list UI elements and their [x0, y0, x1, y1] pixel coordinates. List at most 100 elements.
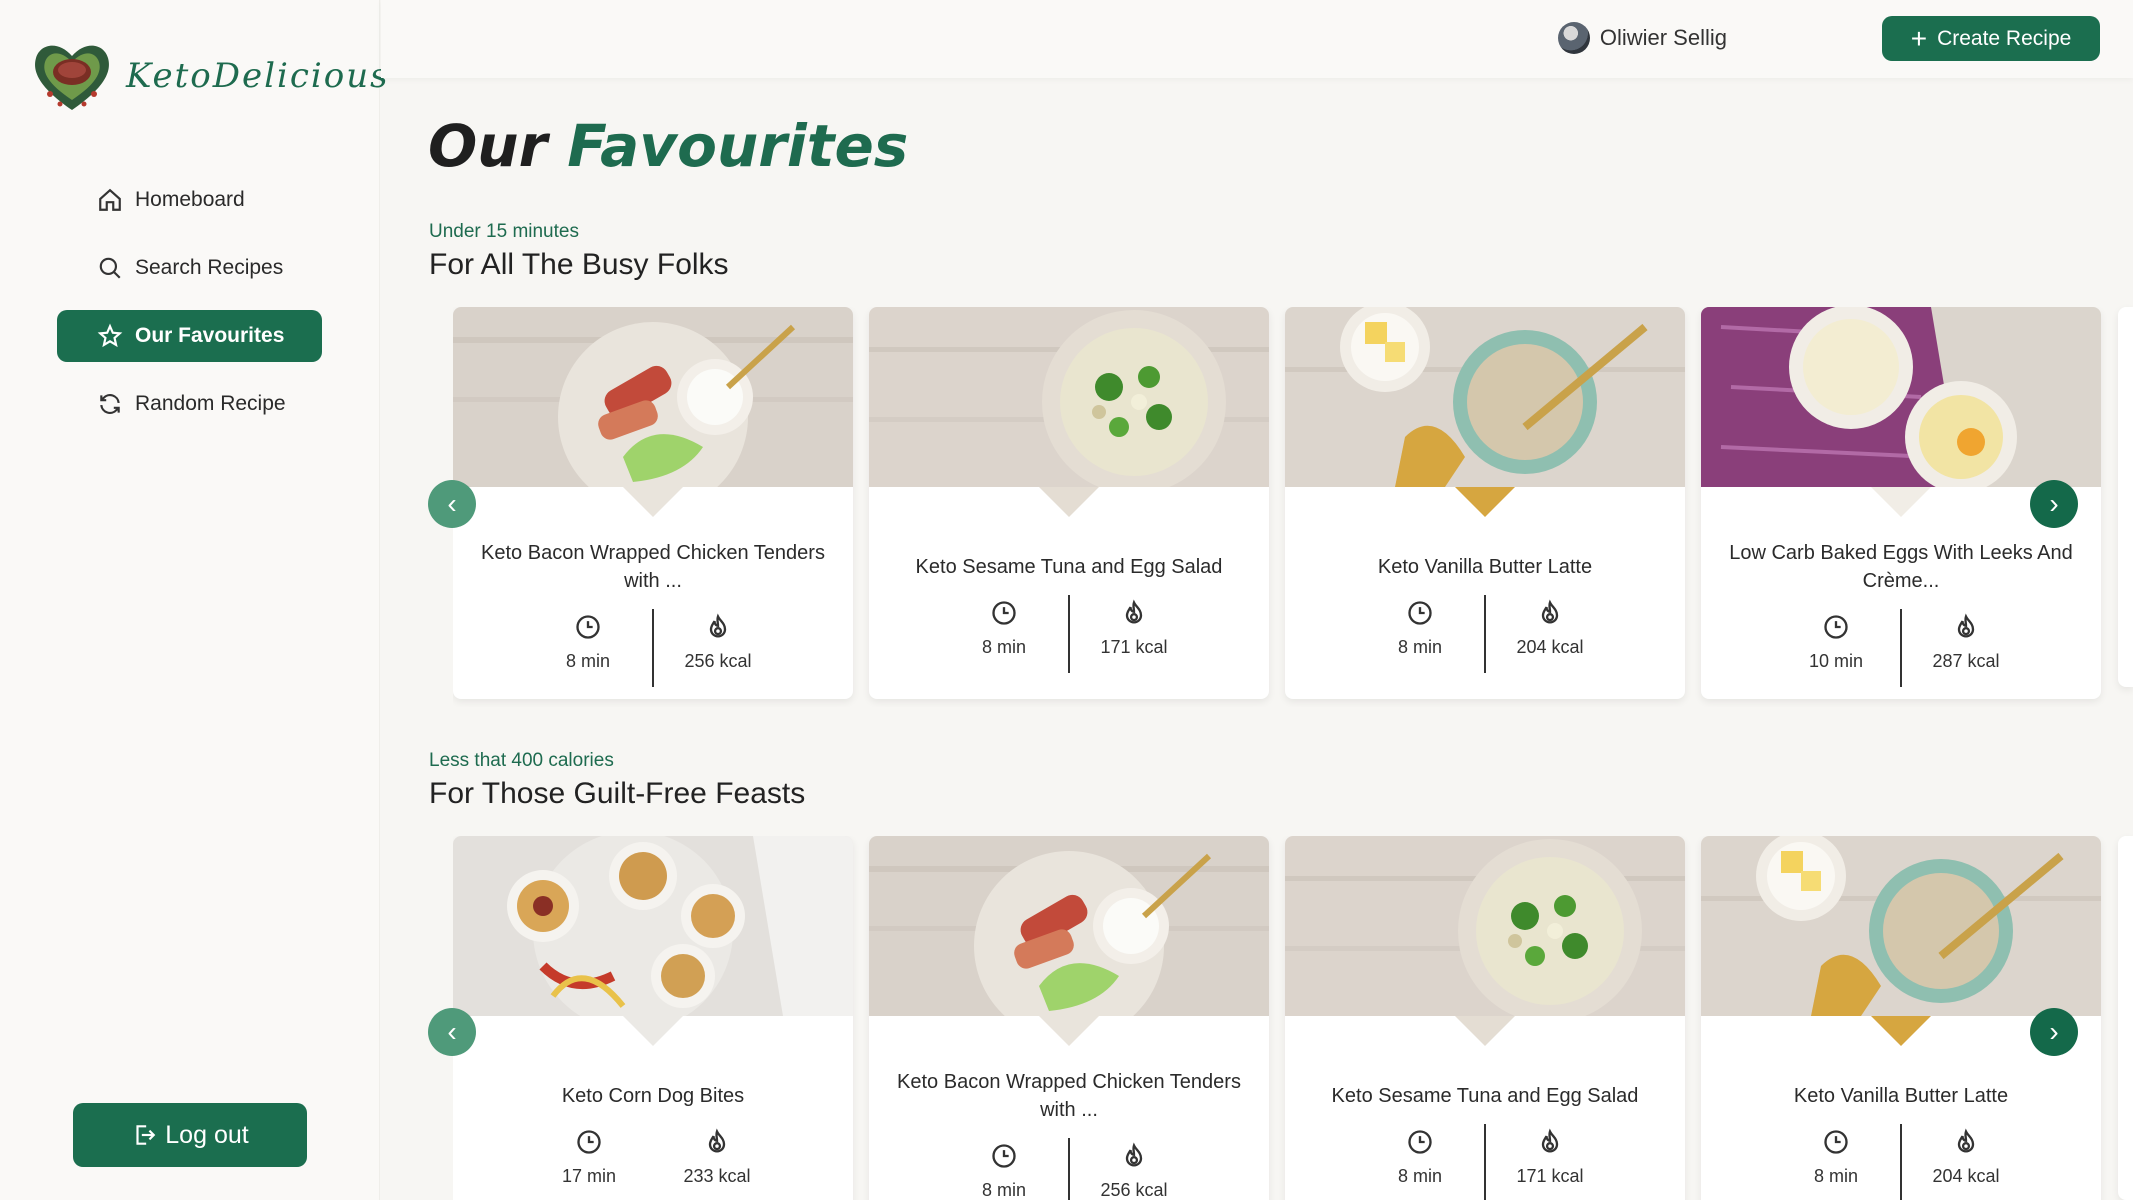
sidebar-item-label: Homeboard: [135, 188, 245, 211]
recipe-time: 8 min: [940, 599, 1068, 673]
recipe-image: [869, 307, 1269, 487]
recipe-card[interactable]: Keto Corn Dog Bites 17 min 233 kcal: [453, 836, 853, 1200]
avatar: [1557, 22, 1590, 54]
recipe-calories: 171 kcal: [1070, 599, 1198, 673]
recipe-image: [453, 836, 853, 1016]
recipe-time: 8 min: [1772, 1128, 1900, 1200]
sidebar-item-label: Random Recipe: [135, 392, 286, 415]
section-subtitle: Under 15 minutes: [429, 221, 579, 242]
recipe-title: Keto Corn Dog Bites: [561, 1085, 745, 1107]
sidebar-nav: Homeboard Search Recipes Our Favourites …: [57, 174, 322, 446]
recipe-stats: 8 min 171 kcal: [869, 595, 1269, 673]
card-notch: [1871, 487, 1931, 517]
brand-name: KetoDelicious: [126, 56, 390, 96]
card-notch: [623, 487, 683, 517]
clock-icon: [576, 615, 600, 639]
flame-icon: [1125, 1142, 1143, 1167]
recipe-calories: 287 kcal: [1902, 613, 2030, 687]
refresh-icon: [100, 394, 120, 414]
sidebar-item-homeboard[interactable]: Homeboard: [57, 174, 322, 226]
recipe-calories: 204 kcal: [1486, 599, 1614, 673]
card-notch: [1039, 487, 1099, 517]
section-title: For All The Busy Folks: [429, 248, 729, 281]
flame-icon: [1541, 1128, 1559, 1153]
recipe-title: Low Carb Baked Eggs With Leeks And Crème…: [1729, 542, 2073, 592]
recipe-card[interactable]: Keto Bacon Wrapped Chicken Tenders with …: [869, 836, 1269, 1200]
clock-icon: [992, 1144, 1016, 1168]
recipe-stats: 10 min 287 kcal: [1701, 609, 2101, 687]
clock-icon: [1408, 1130, 1432, 1154]
recipe-calories: 233 kcal: [653, 1128, 781, 1187]
sidebar-item-random-recipe[interactable]: Random Recipe: [57, 378, 322, 430]
flame-icon: [708, 1128, 726, 1153]
sidebar-item-label: Our Favourites: [135, 324, 285, 347]
recipe-stats: 8 min 256 kcal: [869, 1138, 1269, 1200]
card-notch: [1455, 1016, 1515, 1046]
flame-icon: [709, 613, 727, 638]
chevron-right-icon: ›: [2049, 1016, 2059, 1047]
recipe-time: 8 min: [1356, 599, 1484, 673]
recipe-card[interactable]: Keto Bacon Wrapped Chicken Tenders with …: [453, 307, 853, 699]
create-recipe-button[interactable]: + Create Recipe: [1882, 16, 2100, 61]
flame-icon: [1957, 613, 1975, 638]
recipe-stats: 8 min 171 kcal: [1285, 1124, 1685, 1200]
recipe-image: [869, 836, 1269, 1016]
clock-icon: [1824, 1130, 1848, 1154]
recipe-time: 8 min: [1356, 1128, 1484, 1200]
recipe-stats: 8 min 204 kcal: [1701, 1124, 2101, 1200]
home-icon: [99, 188, 121, 211]
recipe-carousel: Keto Corn Dog Bites 17 min 233 kcal Keto…: [453, 836, 2133, 1200]
page-title: Our Favourites: [428, 112, 909, 180]
card-notch: [1871, 1016, 1931, 1046]
sidebar-item-search-recipes[interactable]: Search Recipes: [57, 242, 322, 294]
recipe-time: 17 min: [525, 1128, 653, 1187]
chevron-right-icon: ›: [2049, 488, 2059, 519]
flame-icon: [1125, 599, 1143, 624]
recipe-image: [1285, 836, 1685, 1016]
recipe-time: 8 min: [940, 1142, 1068, 1200]
clock-icon: [1824, 615, 1848, 639]
logout-icon: [136, 1125, 156, 1145]
card-notch: [1039, 1016, 1099, 1046]
recipe-image: [453, 307, 853, 487]
carousel-next-button[interactable]: ›: [2030, 1008, 2078, 1056]
recipe-carousel: Keto Bacon Wrapped Chicken Tenders with …: [453, 307, 2133, 707]
carousel-next-button[interactable]: ›: [2030, 480, 2078, 528]
carousel-prev-button[interactable]: ‹: [428, 480, 476, 528]
recipe-calories: 171 kcal: [1486, 1128, 1614, 1200]
clock-icon: [992, 601, 1016, 625]
recipe-image: [1285, 307, 1685, 487]
section-title: For Those Guilt-Free Feasts: [429, 777, 806, 810]
recipe-title: Keto Bacon Wrapped Chicken Tenders with …: [897, 1071, 1241, 1121]
recipe-card[interactable]: Keto Sesame Tuna and Egg Salad 8 min 171…: [869, 307, 1269, 699]
user-menu[interactable]: Oliwier Sellig: [1557, 22, 1727, 54]
section-subtitle: Less that 400 calories: [429, 750, 614, 771]
logout-button[interactable]: Log out: [73, 1103, 307, 1167]
create-recipe-label: Create Recipe: [1937, 26, 2072, 50]
recipe-card[interactable]: Keto Sesame Tuna and Egg Salad 8 min 171…: [1285, 836, 1685, 1200]
recipe-image: [1701, 836, 2101, 1016]
sidebar: KetoDelicious Homeboard Search Recipes O…: [0, 0, 388, 1200]
recipe-title: Keto Bacon Wrapped Chicken Tenders with …: [481, 542, 825, 592]
recipe-card[interactable]: Keto Vanilla Butter Latte 8 min 204 kcal: [1285, 307, 1685, 699]
search-icon: [99, 257, 121, 279]
chevron-left-icon: ‹: [447, 1016, 457, 1047]
recipe-title: Keto Vanilla Butter Latte: [1377, 556, 1593, 578]
recipe-calories: 256 kcal: [654, 613, 782, 687]
logout-label: Log out: [165, 1120, 249, 1149]
recipe-stats: 17 min 233 kcal: [453, 1128, 853, 1187]
recipe-image: [1701, 307, 2101, 487]
user-name: Oliwier Sellig: [1599, 25, 1727, 50]
sidebar-item-our-favourites[interactable]: Our Favourites: [57, 310, 322, 362]
carousel-prev-button[interactable]: ‹: [428, 1008, 476, 1056]
heart-logo-icon: [35, 45, 109, 110]
recipe-title: Keto Vanilla Butter Latte: [1793, 1085, 2009, 1107]
next-card-peek: [2118, 307, 2133, 687]
next-card-peek: [2118, 836, 2133, 1200]
sidebar-item-label: Search Recipes: [135, 256, 284, 279]
recipe-title: Keto Sesame Tuna and Egg Salad: [1331, 1085, 1639, 1107]
clock-icon: [577, 1130, 601, 1154]
logo[interactable]: KetoDelicious: [30, 36, 390, 116]
card-notch: [1455, 487, 1515, 517]
chevron-left-icon: ‹: [447, 488, 457, 519]
